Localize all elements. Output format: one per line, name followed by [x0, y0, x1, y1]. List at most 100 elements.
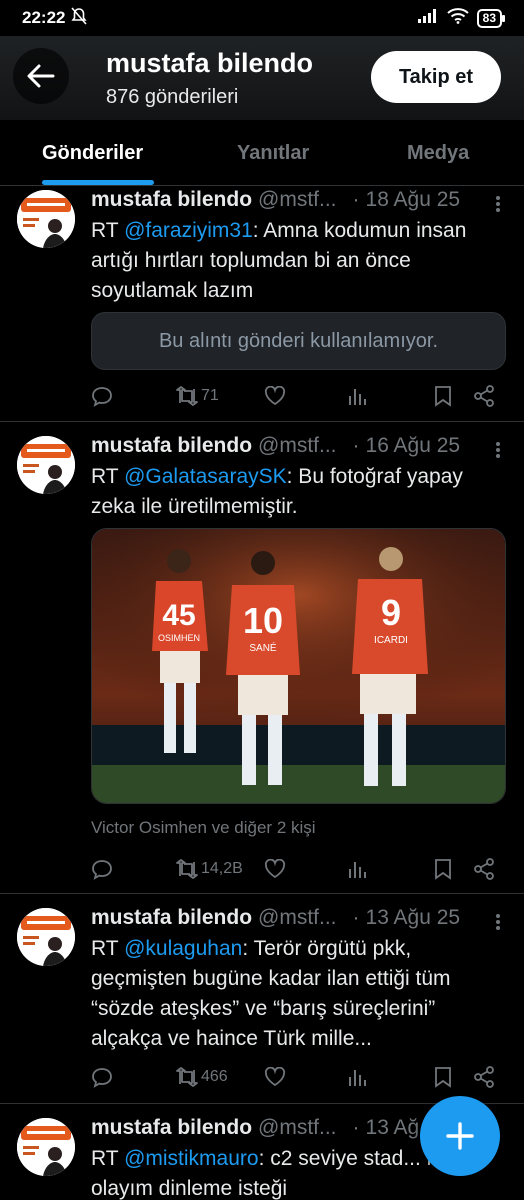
like-button[interactable] [264, 856, 286, 882]
heart-icon [264, 386, 286, 406]
mention-link[interactable]: @GalatasaraySK [124, 465, 287, 488]
bookmark-icon [435, 386, 451, 407]
retweet-button[interactable]: 71 [175, 383, 219, 409]
battery-indicator: 83 [476, 8, 506, 28]
status-time: 22:22 [22, 8, 66, 27]
bookmark-icon [435, 859, 451, 880]
bookmark-button[interactable] [434, 1064, 452, 1090]
author-handle: @mstf... [258, 434, 337, 457]
back-button[interactable] [13, 48, 69, 104]
retweet-icon [176, 1067, 198, 1087]
profile-tabs: Gönderiler Yanıtlar Medya [0, 120, 524, 186]
author-name[interactable]: mustafa bilendo [91, 188, 252, 216]
separator-dot: · [352, 434, 360, 457]
author-name[interactable]: mustafa bilendo [91, 434, 252, 462]
bookmark-icon [435, 1067, 451, 1088]
retweet-count: 14,2B [201, 860, 243, 877]
jersey-name: OSIMHEN [158, 633, 200, 643]
profile-header: mustafa bilendo 876 gönderileri Takip et [0, 36, 524, 120]
tab-replies[interactable]: Yanıtlar [237, 142, 309, 165]
status-bar: 22:22 83 [0, 0, 524, 36]
retweet-button[interactable]: 466 [175, 1064, 228, 1090]
more-options-icon[interactable] [488, 912, 508, 932]
rt-label: RT [91, 465, 119, 488]
retweet-button[interactable]: 14,2B [175, 856, 243, 882]
separator-dot: · [352, 188, 360, 211]
post-date: 16 Ağu 25 [365, 434, 461, 457]
mention-link[interactable]: @faraziyim31 [124, 219, 253, 242]
rt-label: RT [91, 1147, 119, 1170]
post-date: 18 Ağu 25 [365, 188, 461, 211]
share-button[interactable] [473, 1064, 495, 1090]
mention-link[interactable]: @kulaguhan [124, 937, 242, 960]
reply-button[interactable] [91, 856, 113, 882]
post-header: mustafa bilendo @mstf... · 16 Ağu 25 [91, 434, 484, 462]
follow-button[interactable]: Takip et [371, 51, 501, 103]
views-button[interactable] [347, 383, 367, 409]
more-options-icon[interactable] [488, 440, 508, 460]
post-count: 876 gönderileri [106, 86, 239, 108]
share-button[interactable] [473, 856, 495, 882]
compose-button[interactable] [420, 1096, 500, 1176]
avatar[interactable] [17, 908, 75, 966]
reply-icon [92, 387, 112, 407]
tagged-people[interactable]: Victor Osimhen ve diğer 2 kişi [91, 818, 316, 838]
jersey-name: SANÉ [249, 641, 277, 654]
jersey-number: 10 [243, 600, 283, 641]
bookmark-button[interactable] [434, 856, 452, 882]
avatar[interactable] [17, 1118, 75, 1176]
signal-icon [417, 8, 439, 29]
author-handle: @mstf... [258, 906, 337, 929]
author-handle: @mstf... [258, 188, 337, 211]
mention-link[interactable]: @mistikmauro [124, 1147, 259, 1170]
retweet-icon [176, 859, 198, 879]
heart-icon [264, 1067, 286, 1087]
reply-button[interactable] [91, 383, 113, 409]
views-icon [349, 1070, 366, 1086]
separator-dot: · [352, 906, 360, 929]
avatar[interactable] [17, 190, 75, 248]
post-header: mustafa bilendo @mstf... · 18 Ağu 25 [91, 188, 484, 216]
post-header: mustafa bilendo @mstf... · 13 Ağu 25 [91, 906, 484, 934]
author-name[interactable]: mustafa bilendo [91, 906, 252, 934]
views-button[interactable] [347, 856, 367, 882]
tab-media[interactable]: Medya [407, 142, 469, 165]
reply-icon [92, 860, 112, 880]
share-icon [474, 858, 494, 880]
share-icon [474, 1066, 494, 1088]
separator-dot: · [352, 1116, 360, 1139]
avatar[interactable] [17, 436, 75, 494]
post-image[interactable]: 45 10 9 OSIMHEN SANÉ ICARDI [91, 528, 506, 804]
active-tab-indicator [42, 180, 154, 185]
jersey-number: 45 [162, 599, 195, 632]
bookmark-button[interactable] [434, 383, 452, 409]
views-button[interactable] [347, 1064, 367, 1090]
plus-icon [446, 1122, 474, 1150]
profile-name: mustafa bilendo [106, 48, 314, 78]
retweet-count: 71 [201, 387, 219, 404]
post[interactable]: mustafa bilendo @mstf... · 13 Ağu 25 RT … [0, 894, 524, 1104]
like-button[interactable] [264, 383, 286, 409]
jersey-name: ICARDI [374, 635, 408, 646]
author-name[interactable]: mustafa bilendo [91, 1116, 252, 1144]
reply-button[interactable] [91, 1064, 113, 1090]
jersey-number: 9 [381, 592, 401, 633]
post[interactable]: mustafa bilendo @mstf... · 18 Ağu 25 RT … [0, 186, 524, 422]
post[interactable]: mustafa bilendo @mstf... · 16 Ağu 25 RT … [0, 422, 524, 894]
post-actions: 466 [91, 1064, 504, 1090]
retweet-count: 466 [201, 1068, 228, 1085]
wifi-icon [446, 7, 469, 29]
more-options-icon[interactable] [488, 194, 508, 214]
tab-posts[interactable]: Gönderiler [42, 142, 143, 165]
post-text: RT @GalatasaraySK: Bu fotoğraf yapay zek… [91, 462, 506, 522]
post-actions: 14,2B [91, 856, 504, 882]
quote-unavailable: Bu alıntı gönderi kullanılamıyor. [91, 312, 506, 370]
like-button[interactable] [264, 1064, 286, 1090]
heart-icon [264, 859, 286, 879]
rt-label: RT [91, 219, 119, 242]
post-text: RT @faraziyim31: Amna kodumun insan artı… [91, 216, 506, 306]
share-button[interactable] [473, 383, 495, 409]
post-date: 13 Ağu 25 [365, 906, 461, 929]
post-actions: 71 [91, 383, 504, 409]
views-icon [349, 862, 366, 878]
